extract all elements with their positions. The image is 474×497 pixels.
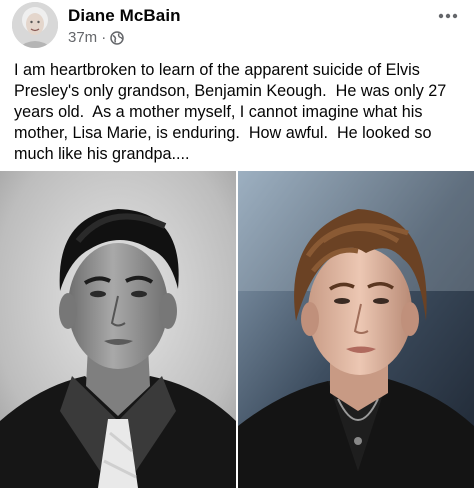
post-timestamp[interactable]: 37m [68, 29, 97, 46]
author-name[interactable]: Diane McBain [68, 6, 181, 26]
ellipsis-icon[interactable] [436, 4, 460, 28]
post-meta: 37m · [68, 29, 124, 46]
photo-right[interactable] [238, 171, 474, 488]
photo-grid [0, 171, 474, 488]
globe-icon[interactable] [110, 30, 124, 45]
facebook-post: Diane McBain 37m · I am heartbroken to l… [0, 0, 474, 497]
photo-left[interactable] [0, 171, 236, 488]
meta-separator: · [101, 29, 107, 46]
post-footer-spacer [0, 488, 474, 497]
post-header: Diane McBain 37m · [0, 0, 474, 54]
author-avatar[interactable] [12, 2, 58, 48]
post-text: I am heartbroken to learn of the apparen… [14, 61, 451, 163]
